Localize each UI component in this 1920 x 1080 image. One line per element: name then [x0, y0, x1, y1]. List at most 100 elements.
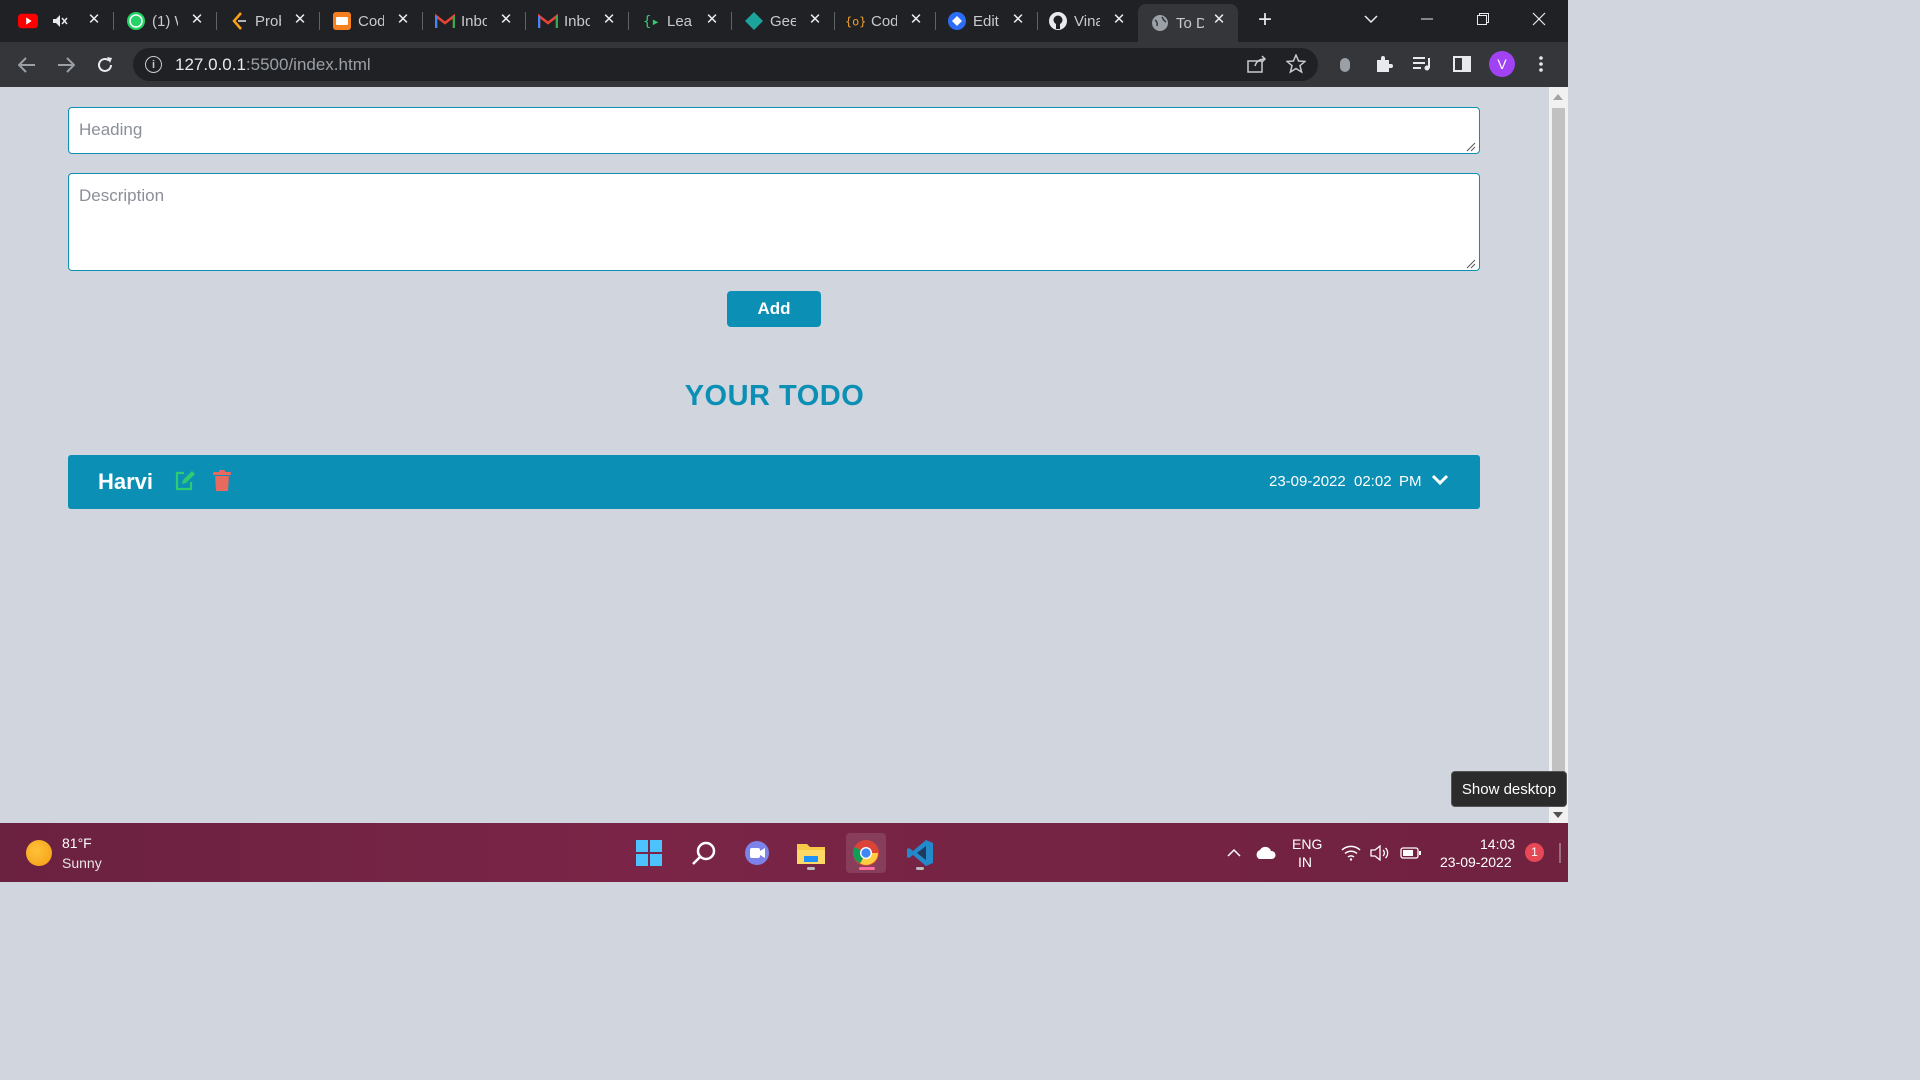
- close-tab-icon[interactable]: ✕: [703, 11, 721, 29]
- tab-title: Inbox: [461, 12, 487, 30]
- tab-divider: [113, 12, 114, 30]
- close-tab-icon[interactable]: ✕: [600, 11, 618, 29]
- clock-date[interactable]: 23-09-2022: [1440, 854, 1512, 870]
- tab-codes-2[interactable]: {o} Codes ✕: [845, 4, 935, 38]
- restore-button[interactable]: [1455, 0, 1511, 38]
- add-button[interactable]: Add: [727, 291, 821, 327]
- code-icon: [332, 11, 352, 31]
- start-button[interactable]: [629, 833, 669, 873]
- onedrive-cloud-icon[interactable]: [1252, 823, 1278, 882]
- volume-icon[interactable]: [1369, 823, 1391, 882]
- close-tab-icon[interactable]: ✕: [1009, 11, 1027, 29]
- tab-gmail-2[interactable]: Inbox ✕: [538, 4, 628, 38]
- search-icon[interactable]: [684, 833, 724, 873]
- vscode-icon[interactable]: [900, 833, 940, 873]
- tab-geeks[interactable]: Geeks ✕: [744, 4, 834, 38]
- tab-title: Learn: [667, 12, 693, 30]
- gmail-icon: [538, 11, 558, 31]
- tab-divider: [1037, 12, 1038, 30]
- todo-item[interactable]: Harvi 23-09-2022 02:02 PM: [68, 455, 1480, 509]
- profile-avatar[interactable]: V: [1489, 51, 1515, 77]
- extensions-puzzle-icon[interactable]: [1372, 52, 1396, 76]
- tab-edit[interactable]: Edit ✕: [947, 4, 1037, 38]
- tab-youtube[interactable]: ✕: [18, 4, 113, 38]
- scroll-down-arrow-icon[interactable]: [1553, 812, 1563, 818]
- notification-badge[interactable]: 1: [1525, 843, 1544, 862]
- browser-menu-icon[interactable]: [1529, 52, 1553, 76]
- speaker-mute-icon[interactable]: [50, 11, 70, 31]
- tab-title: Codes: [358, 12, 384, 30]
- tab-search-button[interactable]: [1343, 0, 1399, 38]
- close-tab-icon[interactable]: ✕: [188, 11, 206, 29]
- tab-todo-active[interactable]: To Do ✕: [1138, 4, 1238, 42]
- scroll-up-arrow-icon[interactable]: [1553, 94, 1563, 100]
- show-desktop-tooltip: Show desktop: [1451, 771, 1567, 807]
- site-info-icon[interactable]: i: [145, 56, 162, 73]
- back-button[interactable]: [14, 52, 40, 78]
- side-panel-icon[interactable]: [1450, 52, 1474, 76]
- todo-time: 02:02: [1354, 473, 1392, 490]
- minimize-button[interactable]: [1399, 0, 1455, 38]
- tab-problems[interactable]: Problems ✕: [229, 4, 319, 38]
- tab-title: Vinay: [1074, 12, 1100, 30]
- trash-icon[interactable]: [213, 470, 231, 492]
- weather-temperature[interactable]: 81°F: [62, 835, 92, 851]
- weather-condition[interactable]: Sunny: [62, 855, 102, 871]
- chevron-down-icon[interactable]: [1430, 473, 1450, 487]
- close-tab-icon[interactable]: ✕: [1210, 11, 1228, 29]
- tab-github[interactable]: Vinay ✕: [1048, 4, 1138, 38]
- tab-codes[interactable]: Codes ✕: [332, 4, 422, 38]
- heading-input[interactable]: [68, 107, 1480, 154]
- tab-title: Inbox: [564, 12, 590, 30]
- close-tab-icon[interactable]: ✕: [291, 11, 309, 29]
- battery-icon[interactable]: [1399, 823, 1423, 882]
- address-bar[interactable]: i 127.0.0.1:5500/index.html: [133, 48, 1318, 81]
- tab-whatsapp[interactable]: (1) WhatsApp ✕: [126, 4, 216, 38]
- resize-grip-icon[interactable]: [1466, 142, 1476, 152]
- extension-mouse-icon[interactable]: [1333, 52, 1357, 76]
- description-input[interactable]: [68, 173, 1480, 271]
- bookmark-star-icon[interactable]: [1284, 52, 1308, 76]
- globe-icon: [1150, 13, 1170, 33]
- reload-button[interactable]: [92, 52, 118, 78]
- teams-chat-icon[interactable]: [737, 833, 777, 873]
- tab-gmail-1[interactable]: Inbox ✕: [435, 4, 525, 38]
- media-control-icon[interactable]: [1410, 52, 1434, 76]
- tab-title: To Do: [1176, 14, 1204, 32]
- tab-title: Edit: [973, 12, 999, 30]
- tab-title: Codes: [871, 12, 897, 30]
- active-indicator: [859, 867, 875, 870]
- url-path: :5500/index.html: [245, 55, 371, 74]
- close-window-button[interactable]: [1511, 0, 1567, 38]
- language-indicator[interactable]: ENG: [1292, 836, 1322, 852]
- sun-icon[interactable]: [26, 840, 52, 866]
- wifi-icon[interactable]: [1340, 823, 1362, 882]
- close-tab-icon[interactable]: ✕: [85, 11, 103, 29]
- file-explorer-icon[interactable]: [791, 833, 831, 873]
- url-host: 127.0.0.1: [175, 55, 246, 74]
- new-tab-button[interactable]: +: [1254, 8, 1276, 32]
- svg-text:{▸}: {▸}: [643, 14, 661, 30]
- close-tab-icon[interactable]: ✕: [806, 11, 824, 29]
- scroll-thumb[interactable]: [1552, 108, 1565, 805]
- close-tab-icon[interactable]: ✕: [394, 11, 412, 29]
- clock-time[interactable]: 14:03: [1480, 836, 1515, 852]
- tab-divider: [525, 12, 526, 30]
- show-desktop-button[interactable]: [1558, 823, 1562, 882]
- tab-title: Geeks: [770, 12, 796, 30]
- share-icon[interactable]: [1245, 52, 1269, 76]
- close-tab-icon[interactable]: ✕: [497, 11, 515, 29]
- page-scrollbar[interactable]: [1549, 87, 1568, 823]
- chrome-icon[interactable]: [846, 833, 886, 873]
- close-tab-icon[interactable]: ✕: [1110, 11, 1128, 29]
- blue-diamond-icon: [947, 11, 967, 31]
- tab-divider: [422, 12, 423, 30]
- resize-grip-icon[interactable]: [1466, 259, 1476, 269]
- show-hidden-icons-chevron-up-icon[interactable]: [1224, 823, 1244, 882]
- tab-learn[interactable]: {▸} Learn ✕: [641, 4, 731, 38]
- close-tab-icon[interactable]: ✕: [907, 11, 925, 29]
- region-indicator[interactable]: IN: [1298, 854, 1312, 870]
- forward-button[interactable]: [53, 52, 79, 78]
- edit-icon[interactable]: [174, 470, 196, 492]
- todo-ampm: PM: [1399, 473, 1422, 490]
